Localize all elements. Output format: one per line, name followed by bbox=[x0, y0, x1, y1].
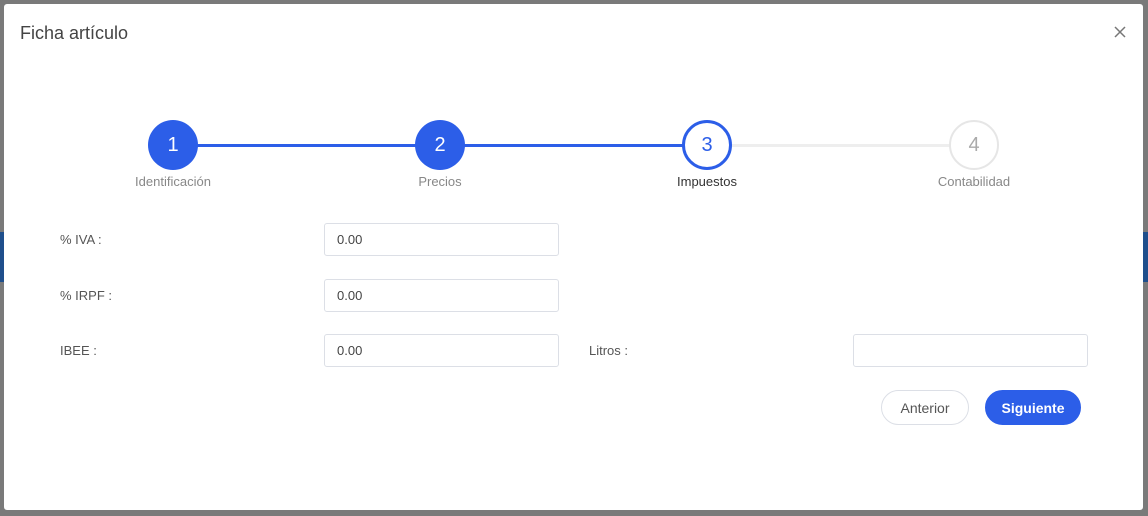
article-dialog: Ficha artículo 1 Identificación 2 Precio… bbox=[4, 4, 1143, 510]
iva-input[interactable] bbox=[324, 223, 559, 256]
ibee-input[interactable] bbox=[324, 334, 559, 367]
step-number-1: 1 bbox=[148, 120, 198, 170]
litros-label: Litros : bbox=[589, 343, 629, 358]
step-label-precios: Precios bbox=[418, 174, 462, 189]
step-number-3: 3 bbox=[682, 120, 732, 170]
step-label-impuestos: Impuestos bbox=[677, 174, 737, 189]
previous-button[interactable]: Anterior bbox=[881, 390, 969, 425]
irpf-input[interactable] bbox=[324, 279, 559, 312]
ibee-label: IBEE : bbox=[60, 343, 97, 358]
step-identificacion: 1 Identificación bbox=[73, 120, 273, 189]
step-label-identificacion: Identificación bbox=[135, 174, 211, 189]
dialog-title: Ficha artículo bbox=[20, 23, 129, 43]
next-button[interactable]: Siguiente bbox=[985, 390, 1081, 425]
step-contabilidad: 4 Contabilidad bbox=[874, 120, 1074, 189]
step-number-2: 2 bbox=[415, 120, 465, 170]
irpf-label: % IRPF : bbox=[60, 288, 113, 303]
step-label-contabilidad: Contabilidad bbox=[937, 174, 1011, 189]
step-number-4: 4 bbox=[949, 120, 999, 170]
step-precios: 2 Precios bbox=[340, 120, 540, 189]
step-impuestos: 3 Impuestos bbox=[607, 120, 807, 189]
iva-label: % IVA : bbox=[60, 232, 102, 247]
litros-input[interactable] bbox=[853, 334, 1088, 367]
close-icon[interactable] bbox=[1111, 23, 1129, 41]
